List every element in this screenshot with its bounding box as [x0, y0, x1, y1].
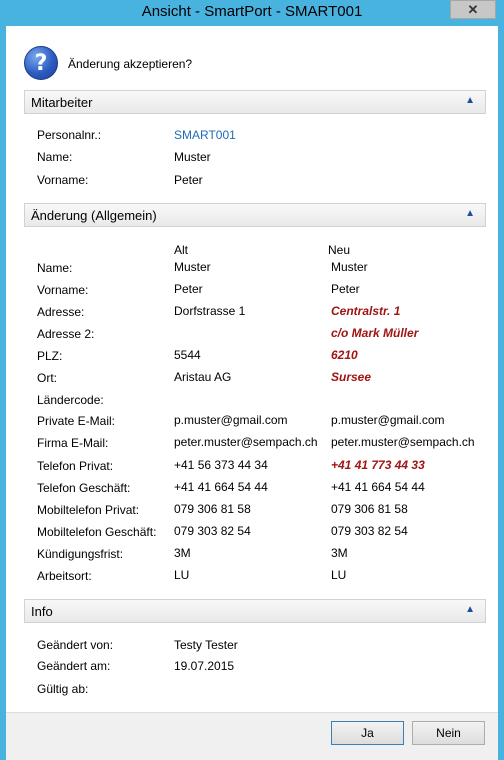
value-name: Muster [174, 150, 211, 164]
column-header-neu: Neu [328, 243, 351, 257]
change-label: Mobiltelefon Privat: [37, 503, 140, 517]
change-label: Name: [37, 261, 73, 275]
change-new-value: peter.muster@sempach.ch [331, 435, 475, 449]
label-name: Name: [37, 150, 73, 164]
value-personalnr-link[interactable]: SMART001 [174, 128, 236, 142]
column-header-alt: Alt [174, 243, 189, 257]
change-label: Telefon Privat: [37, 459, 114, 473]
change-new-value: +41 41 664 54 44 [331, 480, 425, 494]
change-label: Adresse 2: [37, 327, 95, 341]
question-icon: ? [24, 46, 58, 80]
change-new-value: LU [331, 568, 347, 582]
change-new-value: Muster [331, 260, 368, 274]
change-old-value: 079 303 82 54 [174, 524, 251, 538]
change-label: Ländercode: [37, 393, 104, 407]
change-old-value: LU [174, 568, 190, 582]
change-new-value-highlighted: Sursee [331, 370, 372, 384]
section-header-aenderung[interactable]: Änderung (Allgemein) ▲ [24, 203, 486, 227]
change-label: Ort: [37, 371, 57, 385]
change-old-value: 5544 [174, 348, 201, 362]
label-vorname: Vorname: [37, 173, 89, 187]
change-new-value: 079 306 81 58 [331, 502, 408, 516]
chevron-up-icon[interactable]: ▲ [465, 208, 475, 219]
section-header-mitarbeiter[interactable]: Mitarbeiter ▲ [24, 90, 486, 114]
change-label: Mobiltelefon Geschäft: [37, 525, 157, 539]
chevron-up-icon[interactable]: ▲ [465, 604, 475, 615]
prompt-text: Änderung akzeptieren? [68, 57, 193, 71]
change-label: Private E-Mail: [37, 414, 116, 428]
change-old-value: 079 306 81 58 [174, 502, 251, 516]
value-vorname: Peter [174, 173, 203, 187]
change-old-value: Muster [174, 260, 211, 274]
label-gueltig-ab: Gültig ab: [37, 682, 89, 696]
change-old-value: Dorfstrasse 1 [174, 304, 246, 318]
change-label: Firma E-Mail: [37, 436, 109, 450]
change-label: Adresse: [37, 305, 85, 319]
section-title: Mitarbeiter [31, 95, 93, 110]
section-header-info[interactable]: Info ▲ [24, 599, 486, 623]
title-bar: Ansicht - SmartPort - SMART001 ✕ [0, 0, 504, 26]
label-geaendert-von: Geändert von: [37, 638, 114, 652]
value-geaendert-von: Testy Tester [174, 638, 238, 652]
window-title: Ansicht - SmartPort - SMART001 [141, 3, 363, 20]
change-new-value: Peter [331, 282, 360, 296]
section-title: Änderung (Allgemein) [31, 208, 157, 223]
change-new-value-highlighted: Centralstr. 1 [331, 304, 401, 318]
change-old-value: Peter [174, 282, 203, 296]
nein-button[interactable]: Nein [412, 721, 485, 745]
change-label: PLZ: [37, 349, 63, 363]
change-new-value: 079 303 82 54 [331, 524, 408, 538]
chevron-up-icon[interactable]: ▲ [465, 95, 475, 106]
change-label: Telefon Geschäft: [37, 481, 131, 495]
change-label: Arbeitsort: [37, 569, 92, 583]
change-new-value-highlighted: +41 41 773 44 33 [331, 458, 425, 472]
change-old-value: +41 56 373 44 34 [174, 458, 268, 472]
change-old-value: peter.muster@sempach.ch [174, 435, 318, 449]
change-new-value: 3M [331, 546, 348, 560]
change-label: Vorname: [37, 283, 89, 297]
change-old-value: 3M [174, 546, 191, 560]
value-geaendert-am: 19.07.2015 [174, 659, 235, 673]
label-personalnr: Personalnr.: [37, 128, 102, 142]
section-title: Info [31, 604, 53, 619]
change-label: Kündigungsfrist: [37, 547, 124, 561]
change-new-value: p.muster@gmail.com [331, 413, 445, 427]
change-old-value: Aristau AG [174, 370, 232, 384]
window-frame-right [498, 26, 504, 760]
change-new-value-highlighted: c/o Mark Müller [331, 326, 419, 340]
change-old-value: p.muster@gmail.com [174, 413, 288, 427]
ja-button[interactable]: Ja [331, 721, 404, 745]
label-geaendert-am: Geändert am: [37, 659, 111, 673]
close-button[interactable]: ✕ [450, 0, 496, 19]
change-new-value-highlighted: 6210 [331, 348, 358, 362]
change-old-value: +41 41 664 54 44 [174, 480, 268, 494]
